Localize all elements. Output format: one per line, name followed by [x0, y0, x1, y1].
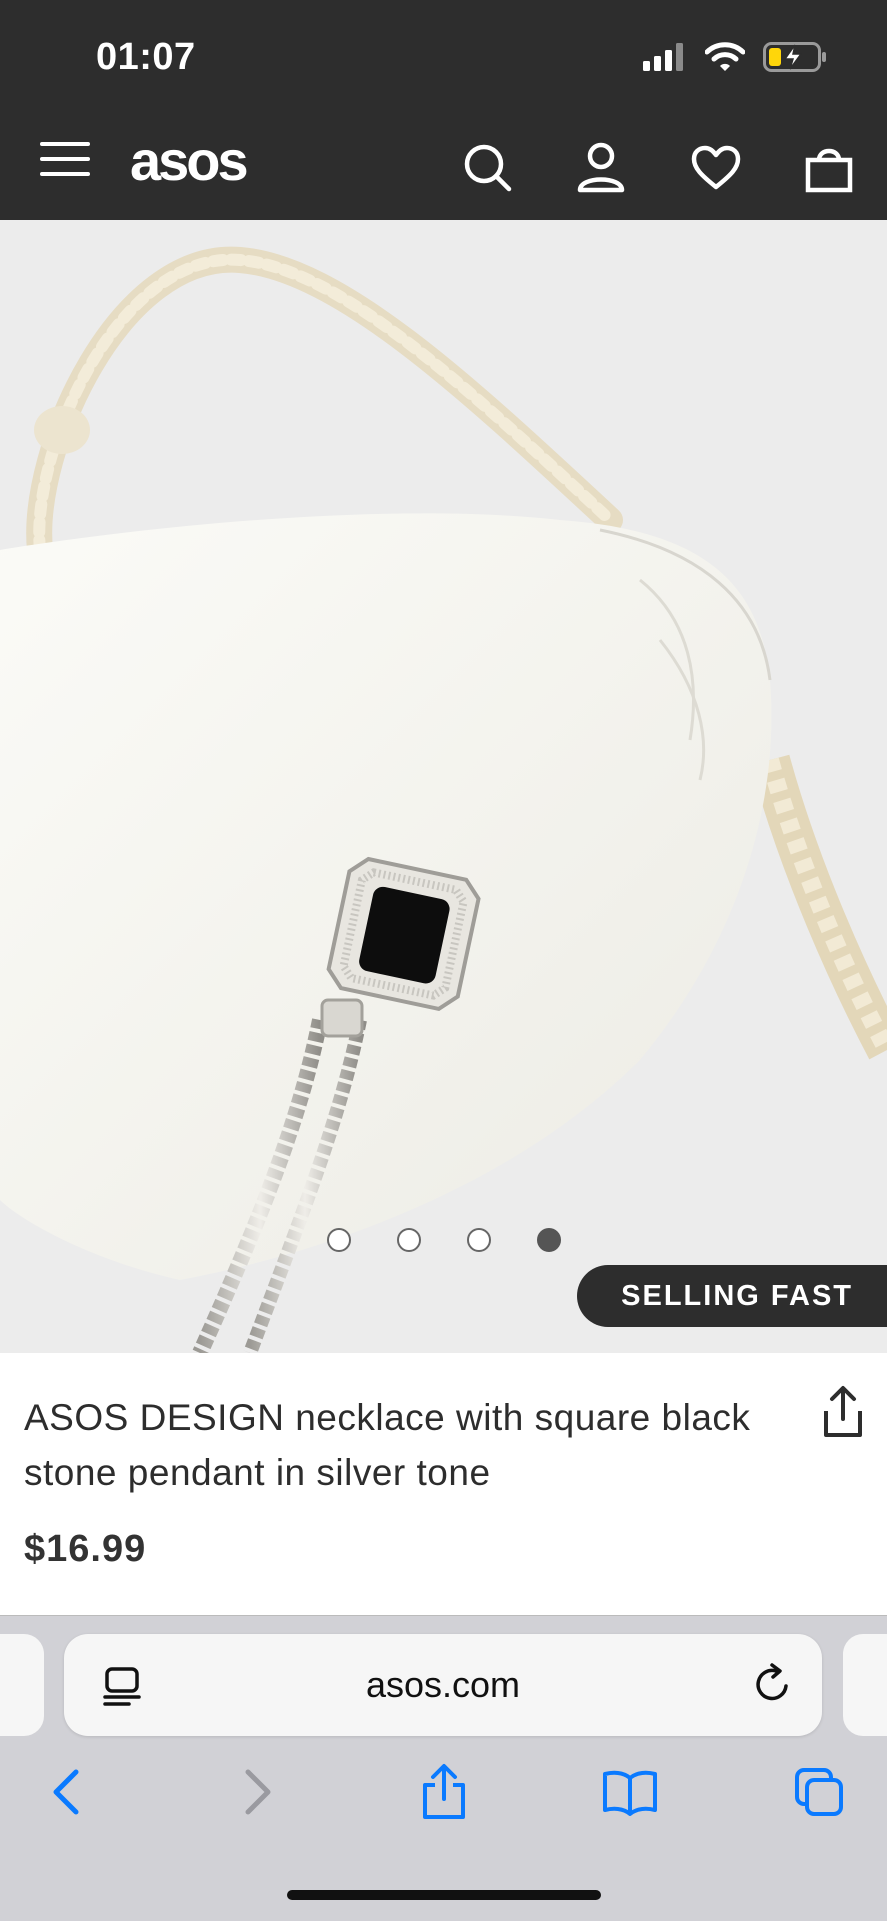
safari-share-button[interactable] [414, 1762, 474, 1822]
previous-tab[interactable] [0, 1634, 44, 1736]
selling-fast-badge: SELLING FAST [577, 1265, 887, 1327]
account-icon [577, 142, 625, 193]
back-icon [53, 1769, 79, 1815]
share-icon [824, 1386, 862, 1437]
carousel-dot[interactable] [396, 1228, 421, 1252]
menu-icon [40, 142, 90, 146]
home-indicator [287, 1890, 601, 1900]
tabs-button[interactable] [789, 1762, 849, 1822]
reload-icon [756, 1663, 788, 1701]
bag-icon [805, 148, 853, 193]
cellular-signal-icon [643, 43, 683, 71]
carousel-dot-active[interactable] [536, 1228, 561, 1252]
url-text[interactable]: asos.com [64, 1634, 822, 1736]
search-button[interactable] [460, 140, 516, 196]
back-button[interactable] [36, 1762, 96, 1822]
address-bar[interactable]: asos.com [64, 1634, 822, 1736]
heart-icon [691, 145, 741, 190]
safari-share-icon [423, 1764, 465, 1819]
bag-button[interactable] [801, 140, 857, 196]
forward-button[interactable] [228, 1762, 288, 1822]
bookmarks-icon [603, 1770, 657, 1816]
product-title: ASOS DESIGN necklace with square black s… [24, 1397, 751, 1493]
bookmarks-button[interactable] [600, 1762, 660, 1822]
menu-button[interactable] [40, 142, 90, 182]
tabs-icon [795, 1768, 843, 1816]
carousel-dots [0, 1228, 887, 1252]
battery-charging-icon [763, 42, 826, 72]
share-button[interactable] [818, 1385, 868, 1441]
product-image[interactable] [0, 220, 887, 1353]
asos-logo[interactable]: asos [130, 128, 249, 193]
carousel-dot[interactable] [466, 1228, 491, 1252]
saved-items-button[interactable] [688, 140, 744, 196]
reload-button[interactable] [750, 1662, 794, 1706]
status-time: 01:07 [96, 36, 196, 78]
wifi-icon [705, 42, 745, 71]
product-price: $16.99 [24, 1528, 147, 1570]
account-button[interactable] [573, 140, 629, 196]
carousel-dot[interactable] [326, 1228, 351, 1252]
search-icon [464, 144, 512, 192]
forward-icon [245, 1769, 271, 1815]
status-icons [643, 42, 827, 72]
product-photo [0, 220, 887, 1353]
next-tab[interactable] [843, 1634, 887, 1736]
